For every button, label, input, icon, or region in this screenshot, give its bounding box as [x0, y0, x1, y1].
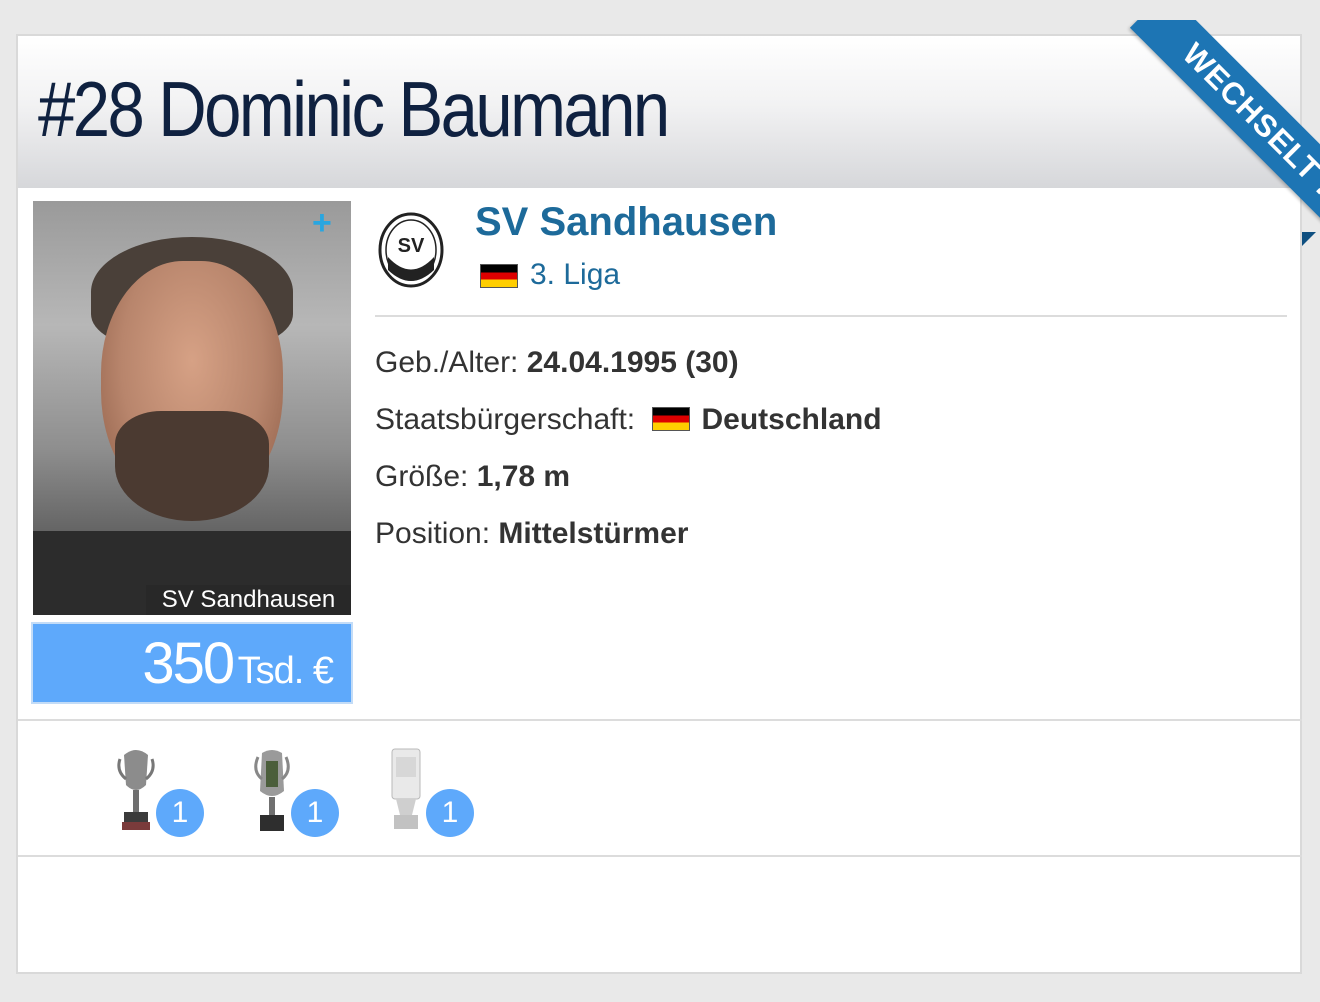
- section-divider: [18, 719, 1302, 721]
- height-value: 1,78 m: [476, 460, 571, 493]
- citizenship-row: Staatsbürgerschaft: Deutschland: [375, 403, 882, 437]
- plus-icon[interactable]: +: [312, 206, 332, 240]
- crest-text: SV: [398, 235, 425, 257]
- league-link[interactable]: 3. Liga: [480, 258, 620, 292]
- transfer-ribbon[interactable]: WECHSELT ...: [1090, 20, 1320, 250]
- section-divider: [18, 855, 1302, 857]
- germany-flag-icon: [651, 407, 690, 432]
- trophy-count-badge: 1: [156, 789, 204, 837]
- birth-row: Geb./Alter: 24.04.1995 (30): [375, 346, 739, 380]
- birth-value: 24.04.1995 (30): [526, 346, 739, 379]
- photo-caption: SV Sandhausen: [146, 585, 351, 615]
- market-value-amount: 350: [142, 631, 235, 696]
- citizenship-label: Staatsbürgerschaft:: [375, 403, 636, 436]
- position-value: Mittelstürmer: [498, 517, 689, 550]
- market-value[interactable]: 350 Tsd. €: [31, 622, 353, 704]
- birth-label: Geb./Alter:: [375, 346, 519, 379]
- germany-flag-icon: [480, 264, 518, 289]
- cup-count-badge: 1: [291, 789, 339, 837]
- club-name-link[interactable]: SV Sandhausen: [475, 200, 777, 245]
- silver-cup-icon[interactable]: [386, 745, 426, 831]
- position-row: Position: Mittelstürmer: [375, 517, 688, 551]
- transfer-ribbon-label[interactable]: WECHSELT ...: [1129, 20, 1320, 250]
- position-label: Position:: [375, 517, 491, 550]
- info-divider: [375, 315, 1287, 317]
- photo-beard: [115, 411, 269, 521]
- silver-cup-count-badge: 1: [426, 789, 474, 837]
- height-label: Größe:: [375, 460, 469, 493]
- market-value-unit: Tsd. €: [237, 650, 334, 692]
- club-crest-icon[interactable]: SV: [378, 212, 444, 288]
- trophy-icon[interactable]: [116, 745, 156, 831]
- league-name[interactable]: 3. Liga: [530, 258, 620, 291]
- player-title: #28 Dominic Baumann: [38, 65, 670, 153]
- citizenship-value: Deutschland: [701, 403, 882, 436]
- ribbon-fold: [1302, 232, 1316, 246]
- cup-icon[interactable]: [252, 747, 292, 833]
- player-photo[interactable]: [33, 201, 351, 615]
- height-row: Größe: 1,78 m: [375, 460, 570, 494]
